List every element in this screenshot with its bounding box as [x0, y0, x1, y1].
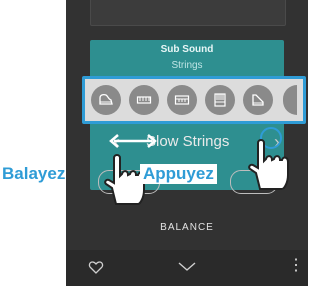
chevron-down-icon[interactable] — [178, 262, 196, 272]
organ-icon[interactable] — [205, 85, 235, 115]
balance-label: BALANCE — [160, 222, 214, 233]
harpsichord-icon[interactable] — [243, 85, 273, 115]
more-menu-icon[interactable]: ⋮ — [288, 258, 304, 274]
synth-keyboard-icon[interactable] — [167, 85, 197, 115]
favorite-heart-icon[interactable] — [88, 259, 104, 275]
previous-card — [90, 0, 286, 26]
swipe-instruction-label: Balayez — [2, 164, 66, 183]
bottom-bar: ⋮ — [66, 250, 308, 286]
tone-name: Slow Strings — [146, 133, 230, 150]
sub-sound-category: Strings — [171, 60, 203, 71]
sub-sound-title: Sub Sound — [160, 44, 214, 55]
swipe-arrow-icon — [109, 134, 157, 148]
tap-hand-icon — [248, 139, 289, 190]
grand-piano-icon[interactable] — [91, 85, 121, 115]
tone-category-strip[interactable] — [82, 76, 306, 124]
electric-piano-icon[interactable] — [129, 85, 159, 115]
next-category-icon[interactable] — [283, 85, 297, 115]
tap-instruction-label: Appuyez — [140, 164, 217, 184]
